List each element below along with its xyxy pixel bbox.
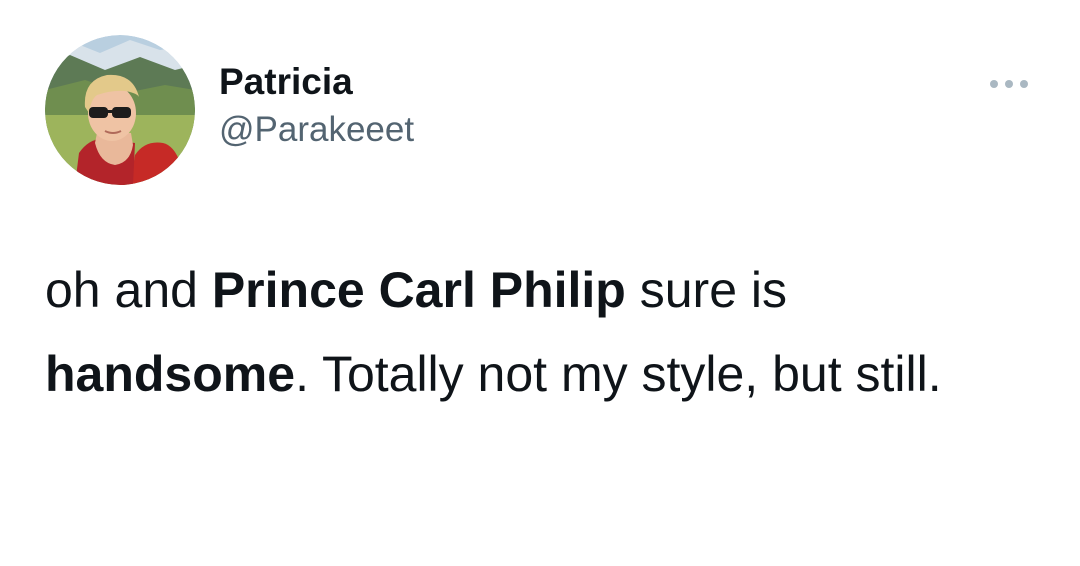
display-name[interactable]: Patricia — [219, 58, 414, 106]
tweet-text: oh and Prince Carl Philip sure is handso… — [45, 248, 1035, 416]
more-horizontal-icon — [990, 80, 1028, 88]
tweet-text-segment: sure is — [625, 262, 788, 318]
tweet-text-bold-segment: handsome — [45, 346, 296, 402]
avatar[interactable] — [45, 35, 195, 185]
user-handle[interactable]: @Parakeeet — [219, 106, 414, 154]
tweet-text-segment: oh and — [45, 262, 212, 318]
tweet-text-bold-segment: Prince Carl Philip — [211, 262, 626, 318]
tweet-text-segment: . Totally not my style, but still. — [295, 346, 942, 402]
tweet-header: Patricia @Parakeeet — [219, 58, 414, 154]
more-options-button[interactable] — [982, 70, 1036, 98]
tweet-card: Patricia @Parakeeet oh and Prince Carl P… — [0, 0, 1080, 566]
